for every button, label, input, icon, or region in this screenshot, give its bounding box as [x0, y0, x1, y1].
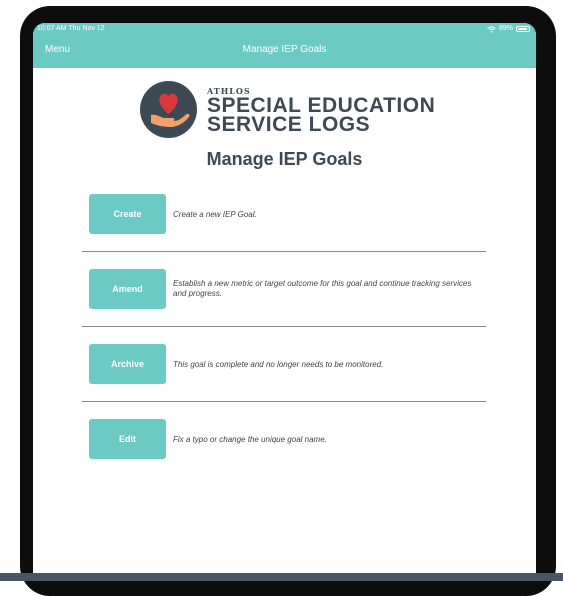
nav-bar: Menu Manage IEP Goals: [33, 35, 536, 68]
battery-icon: [516, 26, 530, 32]
divider: [82, 326, 486, 327]
amend-button[interactable]: Amend: [89, 269, 166, 309]
create-button[interactable]: Create: [89, 194, 166, 234]
status-bar: 10:07 AM Thu Nov 12 89%: [33, 23, 536, 35]
archive-description: This goal is complete and no longer need…: [173, 360, 384, 369]
edit-description: Fix a typo or change the unique goal nam…: [173, 435, 327, 444]
divider: [82, 401, 486, 402]
amend-description: Establish a new metric or target outcome…: [173, 279, 472, 298]
brand-line1: SPECIAL EDUCATION: [207, 93, 436, 117]
create-description: Create a new IEP Goal.: [173, 210, 257, 219]
bottom-strip: [0, 573, 563, 581]
page-title: Manage IEP Goals: [206, 149, 363, 169]
battery-fill: [518, 28, 527, 30]
brand-logo: ATHLOS SPECIAL EDUCATION SERVICE LOGS: [140, 81, 435, 138]
app-screen: 10:07 AM Thu Nov 12 89% Menu Manage IEP …: [33, 23, 536, 581]
edit-button[interactable]: Edit: [89, 419, 166, 459]
status-time-date: 10:07 AM Thu Nov 12: [37, 25, 105, 32]
divider: [82, 251, 486, 252]
status-right: 89%: [487, 23, 530, 35]
nav-title: Manage IEP Goals: [242, 44, 327, 55]
heart-in-hand-icon: [140, 81, 197, 138]
battery-percent: 89%: [498, 25, 513, 32]
brand-line2: SERVICE LOGS: [207, 112, 371, 136]
archive-button[interactable]: Archive: [89, 344, 166, 384]
brand-text: ATHLOS SPECIAL EDUCATION SERVICE LOGS: [207, 86, 436, 136]
wifi-icon: [487, 25, 496, 33]
